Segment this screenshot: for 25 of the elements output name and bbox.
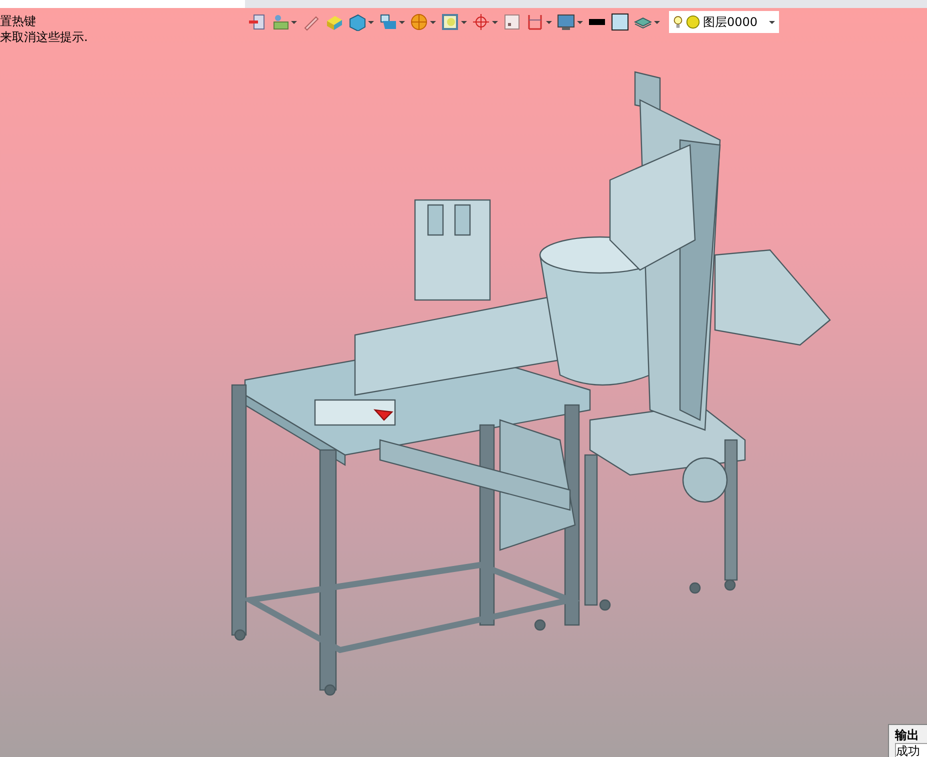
- door-icon[interactable]: [248, 13, 266, 31]
- dropdown-caret-icon[interactable]: [492, 20, 498, 24]
- dropdown-caret-icon[interactable]: [430, 20, 436, 24]
- sun-icon: [686, 15, 700, 29]
- render-icon[interactable]: [441, 13, 459, 31]
- monitor-icon[interactable]: [557, 13, 575, 31]
- dropdown-caret-icon[interactable]: [577, 20, 583, 24]
- frame-icon[interactable]: [503, 13, 521, 31]
- crosshair-icon[interactable]: [472, 13, 490, 31]
- layer-dropdown[interactable]: 图层0000: [669, 11, 779, 33]
- swatch-icon[interactable]: [611, 13, 629, 31]
- lightbulb-icon: [673, 15, 683, 29]
- panel-title: 输出: [895, 728, 920, 743]
- dimension-icon[interactable]: [526, 13, 544, 31]
- dropdown-caret-icon[interactable]: [291, 20, 297, 24]
- dropdown-caret-icon[interactable]: [546, 20, 552, 24]
- dropdown-caret-icon[interactable]: [461, 20, 467, 24]
- hint-text: 置热键: [0, 13, 37, 29]
- dropdown-caret-icon[interactable]: [769, 20, 775, 24]
- output-text: 成功: [895, 743, 927, 757]
- layer-name: 图层0000: [703, 14, 758, 30]
- dropdown-caret-icon[interactable]: [399, 20, 405, 24]
- dropdown-caret-icon[interactable]: [654, 20, 660, 24]
- hint-text: 来取消这些提示.: [0, 29, 88, 45]
- dropdown-caret-icon[interactable]: [368, 20, 374, 24]
